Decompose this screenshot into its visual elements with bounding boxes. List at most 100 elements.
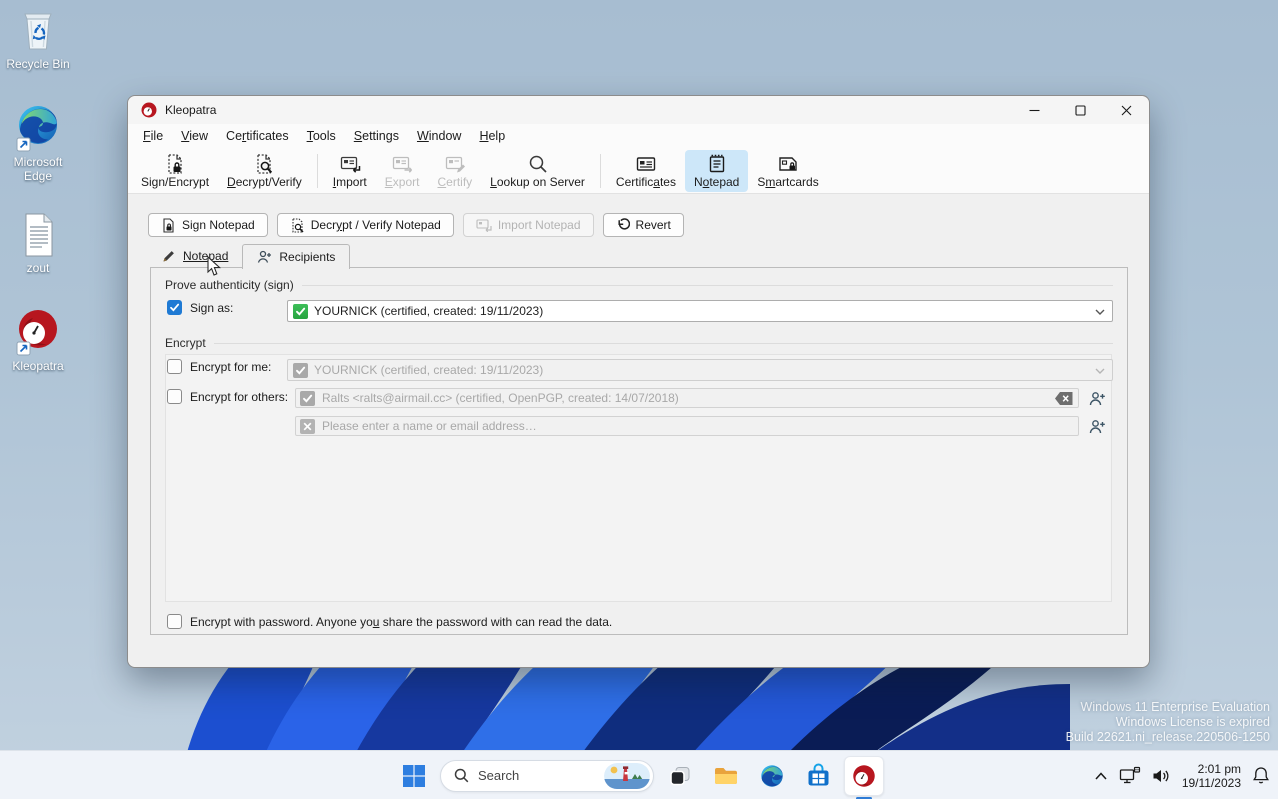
search-icon <box>527 153 549 175</box>
minimize-button[interactable] <box>1011 96 1057 124</box>
certified-check-icon-disabled <box>293 363 308 378</box>
recipient-value: Ralts <ralts@airmail.cc> (certified, Ope… <box>322 391 679 405</box>
search-icon <box>454 768 469 783</box>
toolbar-smartcards[interactable]: Smartcards <box>748 150 827 192</box>
desktop-icon-microsoft-edge[interactable]: Microsoft Edge <box>0 104 76 183</box>
sign-notepad-button[interactable]: Sign Notepad <box>148 213 268 237</box>
encrypt-for-others-row: Encrypt for others: <box>167 389 288 404</box>
certified-check-icon-disabled <box>300 391 315 406</box>
edge-button[interactable] <box>752 756 792 796</box>
smartcards-icon <box>777 153 799 175</box>
sign-as-row: Sign as: <box>167 300 233 315</box>
add-recipient-button[interactable] <box>1087 416 1108 437</box>
pencil-icon <box>162 249 176 263</box>
document-icon <box>18 212 58 258</box>
edge-icon <box>15 104 61 152</box>
sign-as-value: YOURNICK (certified, created: 19/11/2023… <box>314 304 543 318</box>
menu-view[interactable]: View <box>172 126 217 146</box>
chevron-down-icon <box>1095 308 1105 316</box>
file-explorer-button[interactable] <box>706 756 746 796</box>
desktop-icon-label: Microsoft Edge <box>0 155 76 183</box>
encrypt-for-others-checkbox[interactable] <box>167 389 182 404</box>
task-view-icon <box>668 764 692 788</box>
microsoft-store-button[interactable] <box>798 756 838 796</box>
titlebar[interactable]: Kleopatra <box>128 96 1149 124</box>
menu-certificates[interactable]: Certificates <box>217 126 298 146</box>
revert-icon <box>616 218 630 232</box>
encrypt-for-me-checkbox[interactable] <box>167 359 182 374</box>
decrypt-verify-notepad-icon <box>290 218 305 233</box>
certified-check-icon <box>293 304 308 319</box>
search-box[interactable]: Search <box>440 760 654 792</box>
menu-file[interactable]: File <box>134 126 172 146</box>
desktop-icon-kleopatra[interactable]: Kleopatra <box>0 308 76 373</box>
tab-recipients[interactable]: Recipients <box>242 244 350 269</box>
toolbar-notepad[interactable]: Notepad <box>685 150 748 192</box>
clear-backspace-icon[interactable] <box>1055 392 1073 405</box>
revert-button[interactable]: Revert <box>603 213 684 237</box>
import-icon <box>339 153 361 175</box>
store-icon <box>806 763 831 788</box>
maximize-icon <box>1075 105 1086 116</box>
sign-as-checkbox[interactable] <box>167 300 182 315</box>
certificates-icon <box>635 153 657 175</box>
import-notepad-button[interactable]: Import Notepad <box>463 213 594 237</box>
toolbar-lookup-on-server[interactable]: Lookup on Server <box>481 150 594 192</box>
recipient-entry-empty[interactable]: Please enter a name or email address… <box>295 416 1079 436</box>
close-button[interactable] <box>1103 96 1149 124</box>
toolbar-sign-encrypt[interactable]: Sign/Encrypt <box>132 150 218 192</box>
tray-time: 2:01 pm <box>1182 762 1241 776</box>
tray-chevron-up-icon[interactable] <box>1094 771 1108 781</box>
toolbar-separator <box>317 154 318 188</box>
toolbar-certify[interactable]: Certify <box>428 150 481 192</box>
network-icon[interactable] <box>1119 766 1141 785</box>
speaker-icon[interactable] <box>1152 768 1171 784</box>
desktop-icon-zout[interactable]: zout <box>0 212 76 275</box>
menu-help[interactable]: Help <box>470 126 514 146</box>
recipient-entry-filled[interactable]: Ralts <ralts@airmail.cc> (certified, Ope… <box>295 388 1079 408</box>
menu-window[interactable]: Window <box>408 126 470 146</box>
person-plus-icon <box>257 250 272 264</box>
menu-settings[interactable]: Settings <box>345 126 408 146</box>
tray-date: 19/11/2023 <box>1182 776 1241 790</box>
desktop-icon-recycle-bin[interactable]: Recycle Bin <box>0 8 76 71</box>
toolbar-export[interactable]: Export <box>376 150 429 192</box>
clock[interactable]: 2:01 pm 19/11/2023 <box>1182 762 1241 790</box>
encrypt-with-password-checkbox[interactable] <box>167 614 182 629</box>
add-recipient-button[interactable] <box>1087 388 1108 409</box>
sign-as-label: Sign as: <box>190 301 233 315</box>
sign-as-combobox[interactable]: YOURNICK (certified, created: 19/11/2023… <box>287 300 1113 322</box>
folder-icon <box>713 764 739 788</box>
search-placeholder: Search <box>478 768 595 783</box>
menu-tools[interactable]: Tools <box>298 126 345 146</box>
decrypt-verify-icon <box>253 153 275 175</box>
notifications-bell-icon[interactable] <box>1252 766 1270 785</box>
window-title: Kleopatra <box>165 103 216 117</box>
menu-bar: File View Certificates Tools Settings Wi… <box>128 124 1149 148</box>
import-notepad-icon <box>476 218 492 232</box>
toolbar-import[interactable]: Import <box>324 150 376 192</box>
decrypt-verify-notepad-button[interactable]: Decrypt / Verify Notepad <box>277 213 454 237</box>
start-button[interactable] <box>394 756 434 796</box>
toolbar-certificates[interactable]: Certificates <box>607 150 685 192</box>
toolbar-decrypt-verify[interactable]: Decrypt/Verify <box>218 150 311 192</box>
search-highlight-image[interactable] <box>604 763 650 789</box>
kleopatra-icon <box>141 102 157 118</box>
encrypt-for-me-combobox[interactable]: YOURNICK (certified, created: 19/11/2023… <box>287 359 1113 381</box>
tab-notepad[interactable]: Notepad <box>148 244 242 268</box>
notepad-actions: Sign Notepad Decrypt / Verify Notepad Im… <box>148 213 684 237</box>
maximize-button[interactable] <box>1057 96 1103 124</box>
kleopatra-taskbar-button[interactable] <box>844 756 884 796</box>
recycle-bin-icon <box>16 8 60 54</box>
person-plus-icon <box>1089 419 1106 435</box>
chevron-down-icon <box>1095 367 1105 375</box>
person-plus-icon <box>1089 391 1106 407</box>
desktop-icon-label: zout <box>27 261 50 275</box>
watermark-line: Windows License is expired <box>1066 715 1270 730</box>
toolbar: Sign/Encrypt Decrypt/Verify Import <box>128 148 1149 194</box>
task-view-button[interactable] <box>660 756 700 796</box>
desktop-icon-label: Kleopatra <box>12 359 63 373</box>
close-icon <box>1121 105 1132 116</box>
kleopatra-icon <box>851 763 877 789</box>
windows-logo-icon <box>402 764 426 788</box>
